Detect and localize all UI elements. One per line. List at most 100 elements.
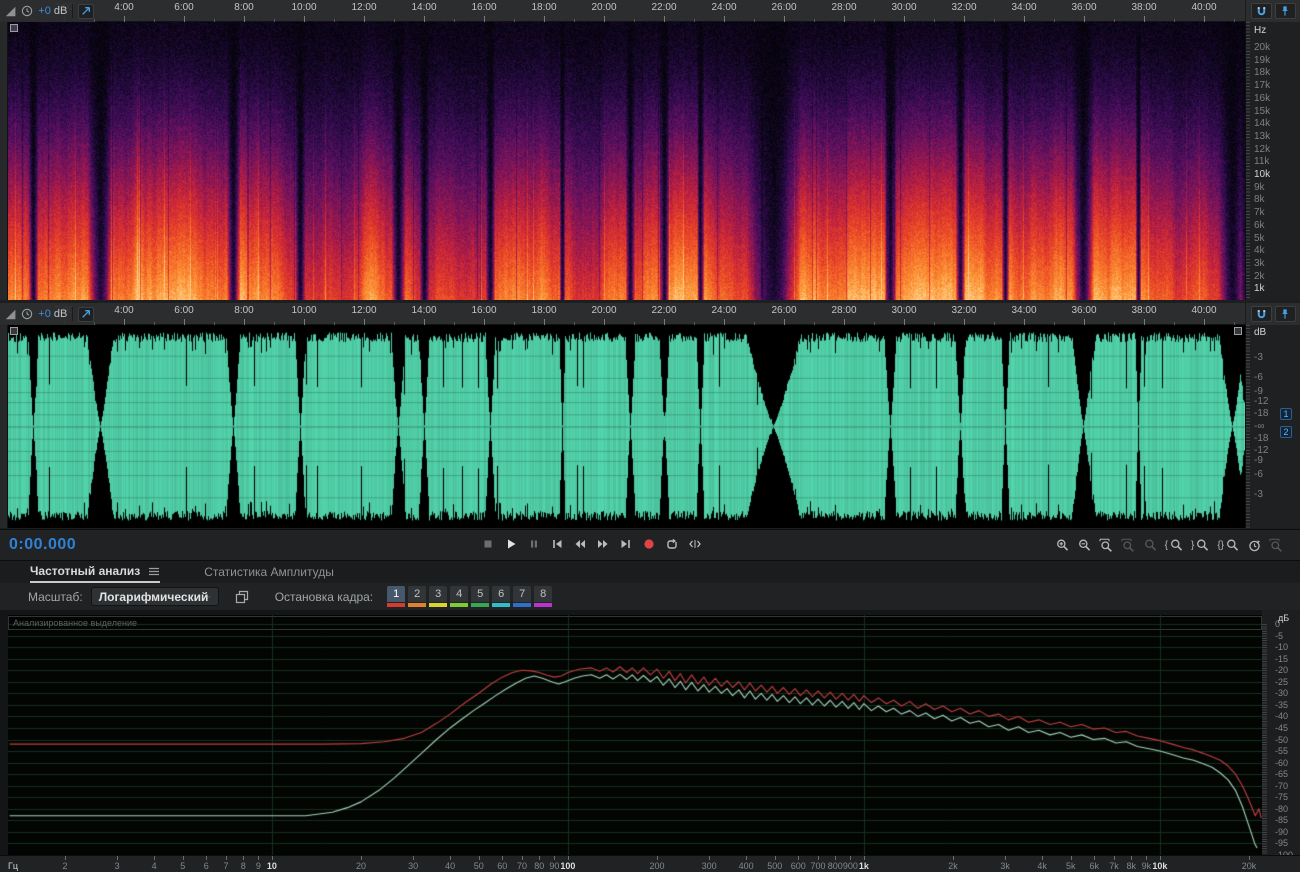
skip-selection-button[interactable] <box>687 535 703 553</box>
ruler-time-label: 38:00 <box>1131 305 1157 316</box>
zoom-out-button[interactable] <box>1077 535 1092 553</box>
pin-marker-button[interactable] <box>1274 306 1296 322</box>
hz-tick <box>539 856 540 860</box>
spectrogram-header: +0 dB 2:004:006:008:0010:0012:0014:0016:… <box>0 0 1300 22</box>
hz-tick <box>117 856 118 860</box>
hz-tick <box>1249 856 1250 860</box>
time-display[interactable]: 0:00.000 <box>9 536 76 554</box>
vertical-scrollbar[interactable] <box>0 325 8 528</box>
snap-magnet-button[interactable] <box>1250 3 1272 19</box>
hz-tick-label: 300 <box>701 861 717 871</box>
frame-hold-number: 8 <box>534 586 553 602</box>
ruler-time-label: 30:00 <box>891 2 917 13</box>
frame-hold-color <box>450 603 469 607</box>
play-button[interactable] <box>503 535 519 553</box>
loop-playback-button[interactable] <box>664 535 680 553</box>
fade-out-handle-icon[interactable] <box>1234 327 1242 335</box>
db-tick-label: -35 <box>1275 699 1289 710</box>
frame-hold-button-7[interactable]: 7 <box>513 586 532 607</box>
frequency-label: 17k <box>1254 80 1271 92</box>
clock-icon[interactable] <box>21 4 33 18</box>
frequency-analysis-graph[interactable] <box>8 615 1262 855</box>
frame-hold-button-8[interactable]: 8 <box>534 586 553 607</box>
zoom-in-at-selection-button[interactable] <box>1099 535 1114 553</box>
chevron-down-icon <box>208 595 211 598</box>
ruler-time-label: 28:00 <box>831 305 857 316</box>
reset-zoom-button[interactable] <box>1247 535 1262 553</box>
frame-hold-button-5[interactable]: 5 <box>471 586 490 607</box>
snap-magnet-button[interactable] <box>1250 306 1272 322</box>
zoom-full-button[interactable] <box>1143 535 1158 553</box>
frame-hold-button-4[interactable]: 4 <box>450 586 469 607</box>
db-axis: дБ 0 -5 -10 -15 -20 -25 -30 -35 -40 -45 -50 -55 -60-… <box>1262 610 1300 860</box>
gain-display[interactable]: +0 dB <box>38 5 67 17</box>
gain-display[interactable]: +0 dB <box>38 308 67 320</box>
zoom-to-selection-button[interactable]: {} <box>1217 535 1240 553</box>
fade-envelope-icon[interactable] <box>5 5 16 18</box>
hz-tick <box>798 856 799 860</box>
frame-hold-button-3[interactable]: 3 <box>429 586 448 607</box>
zoom-in-button[interactable] <box>1055 535 1070 553</box>
ruler-tick <box>394 19 395 22</box>
vertical-scrollbar[interactable] <box>0 22 8 300</box>
ruler-tick <box>1144 319 1145 325</box>
zoom-out-at-selection-button[interactable] <box>1121 535 1136 553</box>
db-label: -18 <box>1254 408 1269 420</box>
tab-frequency-analysis[interactable]: Частотный анализ <box>30 561 161 583</box>
hz-tick-label: 800 <box>827 861 843 871</box>
ruler-tick <box>1234 19 1235 22</box>
time-ruler[interactable]: 2:004:006:008:0010:0012:0014:0016:0018:0… <box>8 303 1245 325</box>
zoom-to-in-point-button[interactable]: { <box>1165 535 1184 553</box>
time-ruler[interactable]: 2:004:006:008:0010:0012:0014:0016:0018:0… <box>8 0 1245 22</box>
zoom-vertical-button[interactable] <box>1269 535 1284 553</box>
panel-menu-icon[interactable] <box>148 567 160 576</box>
fade-handle-icon[interactable] <box>10 24 18 32</box>
pin-marker-button[interactable] <box>1274 3 1296 19</box>
pause-button[interactable] <box>526 535 542 553</box>
magnet-icon <box>1257 6 1265 15</box>
db-tick-label: -95 <box>1275 838 1289 849</box>
fast-forward-button[interactable] <box>595 535 611 553</box>
hz-tick-label: 4 <box>151 861 157 871</box>
fade-envelope-icon[interactable] <box>5 308 16 321</box>
hz-tick <box>746 856 747 860</box>
ruler-tick <box>784 319 785 325</box>
frame-hold-number: 5 <box>471 586 490 602</box>
frame-hold-button-6[interactable]: 6 <box>492 586 511 607</box>
db-tick-label: -20 <box>1275 665 1289 676</box>
ruler-tick <box>214 322 215 325</box>
waveform-display[interactable] <box>8 325 1245 528</box>
tab-amplitude-statistics[interactable]: Статистика Амплитуды <box>204 561 334 583</box>
frame-hold-button-2[interactable]: 2 <box>408 586 427 607</box>
hz-tick <box>243 856 244 860</box>
skip-to-start-button[interactable] <box>549 535 565 553</box>
hz-tick-label: 60 <box>497 861 508 871</box>
frequency-label: 12k <box>1254 143 1271 155</box>
hz-tick-label: 100 <box>560 861 576 871</box>
ruler-time-label: 34:00 <box>1011 305 1037 316</box>
hz-tick-label: 6k <box>1089 861 1099 871</box>
channel-badge[interactable]: 2 <box>1280 426 1292 438</box>
amplitude-scale[interactable]: dB -3 -3 -6 -6 -9 -9 -12 -12 -18 -18 -∞ 1 2 <box>1245 325 1300 528</box>
frame-hold-button-1[interactable]: 1 <box>387 586 406 607</box>
record-button[interactable] <box>641 535 657 553</box>
zoom-to-out-point-button[interactable]: } <box>1191 535 1210 553</box>
spectrogram-display[interactable] <box>8 22 1245 300</box>
auto-scroll-button[interactable] <box>78 306 94 322</box>
stop-button[interactable] <box>480 535 496 553</box>
copy-to-clipboard-button[interactable] <box>235 590 249 604</box>
hz-tick-label: 20 <box>355 861 367 871</box>
frequency-scale[interactable]: Hz 20k 19k 18k 17k 16k 15k 14k 13k 12k 11k 10k 9k 8k… <box>1245 22 1300 300</box>
arrow-up-right-icon <box>82 7 91 15</box>
scale-dropdown[interactable]: Логарифмический <box>90 587 219 606</box>
ruler-time-label: 12:00 <box>351 2 377 13</box>
clock-icon[interactable] <box>21 307 33 321</box>
gain-unit: dB <box>53 5 68 17</box>
skip-to-end-button[interactable] <box>618 535 634 553</box>
ruler-tick <box>604 16 605 22</box>
fade-in-handle-icon[interactable] <box>10 327 18 335</box>
channel-badge[interactable]: 1 <box>1280 408 1292 420</box>
rewind-button[interactable] <box>572 535 588 553</box>
audition-editor-window: { "panel_header": { "gain_value": "+0", … <box>0 0 1300 872</box>
auto-scroll-button[interactable] <box>78 3 94 19</box>
